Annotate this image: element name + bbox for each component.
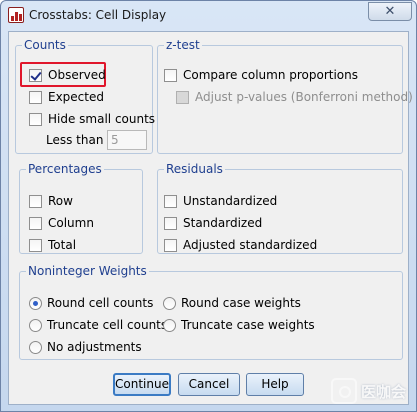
watermark-logo-icon <box>331 378 357 404</box>
no-adjustments-radio[interactable] <box>29 340 42 354</box>
column-percent-checkbox[interactable] <box>29 216 42 230</box>
truncate-cell-counts-option[interactable]: Truncate cell counts <box>29 315 167 335</box>
dialog-body: Counts Observed Expected Hide small coun… <box>8 31 413 405</box>
truncate-case-weights-label: Truncate case weights <box>181 318 315 332</box>
hide-small-counts-label: Hide small counts <box>48 112 156 126</box>
percentages-legend: Percentages <box>28 162 102 176</box>
less-than-input[interactable]: 5 <box>107 130 147 150</box>
standardized-option[interactable]: Standardized <box>164 213 262 233</box>
round-cell-counts-radio[interactable] <box>29 296 42 310</box>
compare-column-proportions-checkbox[interactable] <box>164 68 177 82</box>
round-cell-counts-option[interactable]: Round cell counts <box>29 293 153 313</box>
no-adjustments-option[interactable]: No adjustments <box>29 337 142 357</box>
hide-small-counts-option[interactable]: Hide small counts <box>29 109 155 129</box>
round-case-weights-label: Round case weights <box>181 296 301 310</box>
observed-checkbox[interactable] <box>29 68 42 82</box>
z-test-legend: z-test <box>166 38 200 52</box>
continue-button[interactable]: Continue <box>113 373 171 396</box>
unstandardized-checkbox[interactable] <box>164 194 177 208</box>
adjusted-standardized-option[interactable]: Adjusted standardized <box>164 235 317 255</box>
expected-checkbox[interactable] <box>29 90 42 104</box>
watermark-text: 医咖会 <box>361 382 407 401</box>
title-bar[interactable]: Crosstabs: Cell Display ✕ <box>1 1 416 31</box>
row-percent-label: Row <box>48 194 73 208</box>
standardized-checkbox[interactable] <box>164 216 177 230</box>
help-button[interactable]: Help <box>246 373 304 396</box>
total-percent-label: Total <box>48 238 77 252</box>
observed-label: Observed <box>48 68 106 82</box>
adjust-p-values-option[interactable]: Adjust p-values (Bonferroni method) <box>176 87 413 107</box>
round-cell-counts-label: Round cell counts <box>47 296 154 310</box>
row-percent-option[interactable]: Row <box>29 191 73 211</box>
column-percent-label: Column <box>48 216 94 230</box>
total-percent-option[interactable]: Total <box>29 235 76 255</box>
truncate-cell-counts-label: Truncate cell counts <box>47 318 168 332</box>
watermark: 医咖会 <box>331 375 413 407</box>
no-adjustments-label: No adjustments <box>47 340 142 354</box>
round-case-weights-option[interactable]: Round case weights <box>163 293 301 313</box>
window-title: Crosstabs: Cell Display <box>29 8 167 22</box>
unstandardized-option[interactable]: Unstandardized <box>164 191 277 211</box>
expected-label: Expected <box>48 90 104 104</box>
standardized-label: Standardized <box>183 216 263 230</box>
unstandardized-label: Unstandardized <box>183 194 278 208</box>
compare-column-proportions-option[interactable]: Compare column proportions <box>164 65 358 85</box>
hide-small-counts-checkbox[interactable] <box>29 112 42 126</box>
noninteger-weights-legend: Noninteger Weights <box>28 264 147 278</box>
adjusted-standardized-label: Adjusted standardized <box>183 238 318 252</box>
expected-option[interactable]: Expected <box>29 87 104 107</box>
total-percent-checkbox[interactable] <box>29 238 42 252</box>
adjust-p-values-label: Adjust p-values (Bonferroni method) <box>195 90 413 104</box>
column-percent-option[interactable]: Column <box>29 213 94 233</box>
observed-option[interactable]: Observed <box>29 65 106 85</box>
close-button[interactable]: ✕ <box>368 2 412 21</box>
less-than-label: Less than <box>46 133 104 147</box>
round-case-weights-radio[interactable] <box>163 296 176 310</box>
dialog-window: Crosstabs: Cell Display ✕ Counts Observe… <box>0 0 417 412</box>
compare-column-proportions-label: Compare column proportions <box>183 68 358 82</box>
cancel-button[interactable]: Cancel <box>178 373 240 396</box>
close-icon: ✕ <box>384 4 396 19</box>
truncate-case-weights-option[interactable]: Truncate case weights <box>163 315 315 335</box>
truncate-case-weights-radio[interactable] <box>163 318 176 332</box>
adjust-p-values-checkbox[interactable] <box>176 90 189 104</box>
residuals-legend: Residuals <box>166 162 223 176</box>
spss-app-icon <box>8 7 24 23</box>
row-percent-checkbox[interactable] <box>29 194 42 208</box>
truncate-cell-counts-radio[interactable] <box>29 318 42 332</box>
counts-legend: Counts <box>24 38 66 52</box>
adjusted-standardized-checkbox[interactable] <box>164 238 177 252</box>
